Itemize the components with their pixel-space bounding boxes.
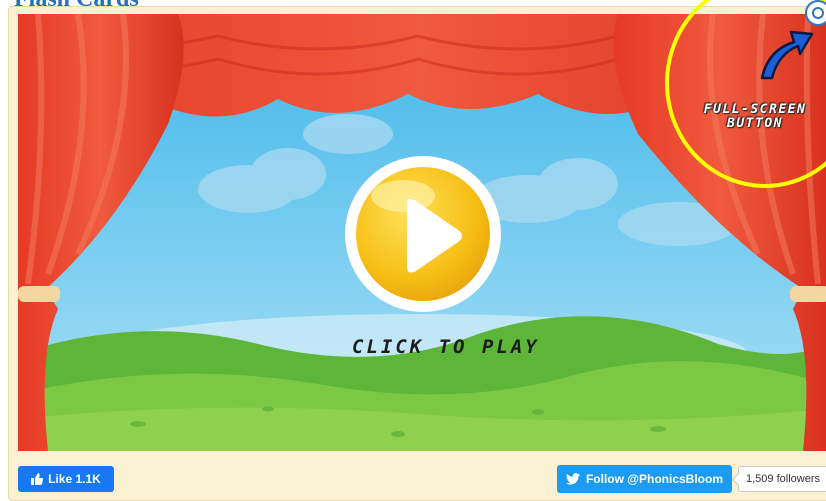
game-stage[interactable]: CLICK TO PLAY FULL-SCREEN BUTTON	[18, 14, 826, 451]
fullscreen-annotation-label: FULL-SCREEN BUTTON	[684, 103, 826, 131]
game-scene	[18, 14, 826, 451]
follow-label: Follow @PhonicsBloom	[586, 472, 723, 486]
fullscreen-annotation-line-2: BUTTON	[684, 117, 826, 131]
click-to-play-label: CLICK TO PLAY	[352, 336, 540, 358]
facebook-like-button[interactable]: Like 1.1K	[18, 466, 114, 492]
twitter-follow-button[interactable]: Follow @PhonicsBloom	[557, 465, 732, 493]
fullscreen-icon	[812, 7, 824, 19]
fullscreen-button[interactable]	[805, 0, 826, 26]
play-button[interactable]	[345, 156, 501, 312]
left-tieback	[18, 286, 60, 302]
twitter-bird-icon	[566, 473, 580, 485]
like-label: Like 1.1K	[48, 472, 101, 486]
thumbs-up-icon	[31, 473, 43, 485]
followers-count: 1,509 followers	[738, 466, 826, 492]
right-tieback	[790, 286, 826, 302]
curved-arrow-icon	[756, 28, 816, 83]
fullscreen-annotation-line-1: FULL-SCREEN	[684, 103, 826, 117]
